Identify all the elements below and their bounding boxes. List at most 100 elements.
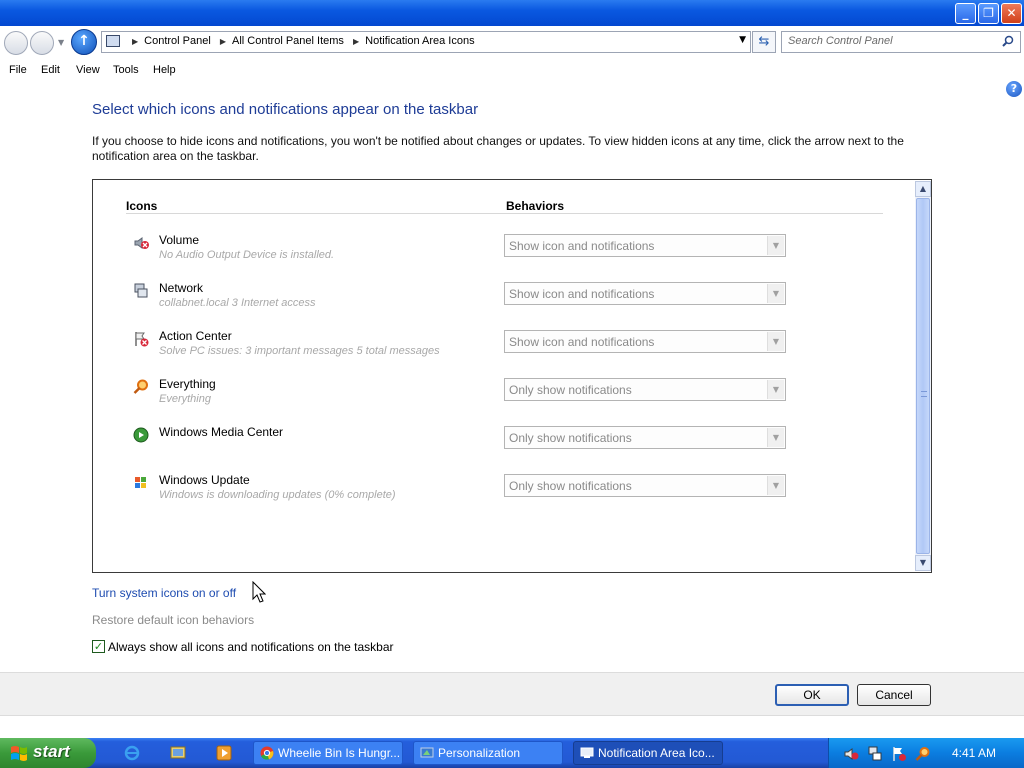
media-player-icon[interactable] xyxy=(216,745,232,761)
forward-button[interactable] xyxy=(30,31,54,55)
system-icons-link[interactable]: Turn system icons on or off xyxy=(92,586,236,600)
breadcrumb-notification-area[interactable]: Notification Area Icons xyxy=(365,35,474,47)
search-box[interactable] xyxy=(781,31,1021,53)
back-button[interactable] xyxy=(4,31,28,55)
column-header-behaviors: Behaviors xyxy=(506,199,565,213)
menu-edit[interactable]: Edit xyxy=(41,64,60,76)
page-title: Select which icons and notifications app… xyxy=(92,101,479,118)
maximize-button[interactable]: ❐ xyxy=(978,3,999,24)
item-status: Everything xyxy=(159,393,211,405)
help-icon[interactable]: ? xyxy=(1006,81,1022,97)
behavior-dropdown[interactable]: Show icon and notifications ▼ xyxy=(504,282,786,305)
search-input[interactable] xyxy=(788,35,993,47)
clock[interactable]: 4:41 AM xyxy=(952,746,996,760)
menu-view[interactable]: View xyxy=(76,64,100,76)
control-panel-icon xyxy=(580,747,594,758)
scroll-grip xyxy=(921,391,927,397)
chevron-down-icon[interactable]: ▼ xyxy=(767,428,784,447)
minimize-button[interactable]: _ xyxy=(955,3,976,24)
scroll-up-icon[interactable]: ▲ xyxy=(915,181,931,197)
list-item: Network collabnet.local 3 Internet acces… xyxy=(126,281,846,321)
taskbar-item-personalization[interactable]: Personalization xyxy=(413,741,563,765)
action-center-icon[interactable] xyxy=(891,746,907,762)
magnifier-icon[interactable] xyxy=(915,746,931,762)
chevron-right-icon[interactable]: ▶ xyxy=(353,37,359,46)
behavior-dropdown[interactable]: Show icon and notifications ▼ xyxy=(504,234,786,257)
internet-explorer-icon[interactable] xyxy=(124,745,140,761)
item-status: collabnet.local 3 Internet access xyxy=(159,297,316,309)
refresh-button[interactable]: ⇆ xyxy=(752,31,776,53)
magnifier-icon xyxy=(133,379,148,394)
behavior-value: Only show notifications xyxy=(509,479,632,493)
item-name: Network xyxy=(159,281,204,295)
behavior-dropdown[interactable]: Only show notifications ▼ xyxy=(504,426,786,449)
chevron-down-icon[interactable]: ▼ xyxy=(767,284,784,303)
breadcrumb-all-items[interactable]: All Control Panel Items xyxy=(232,35,344,47)
behavior-value: Only show notifications xyxy=(509,383,632,397)
header-divider xyxy=(126,213,883,214)
behavior-value: Show icon and notifications xyxy=(509,335,655,349)
media-center-icon xyxy=(133,427,149,443)
start-label: start xyxy=(33,742,70,761)
menu-tools[interactable]: Tools xyxy=(113,64,139,76)
ok-button[interactable]: OK xyxy=(775,684,849,706)
item-name: Everything xyxy=(159,377,216,391)
list-item: Windows Media Center Only show notificat… xyxy=(126,425,846,465)
close-button[interactable]: ✕ xyxy=(1001,3,1022,24)
refresh-icon: ⇆ xyxy=(758,34,770,49)
restore-defaults-link: Restore default icon behaviors xyxy=(92,613,255,627)
taskbar: start Wheelie Bin Is Hungr... Personaliz… xyxy=(0,738,1024,768)
address-dropdown-icon[interactable]: ▼ xyxy=(739,35,746,45)
up-button[interactable]: ↑ xyxy=(71,29,97,55)
chevron-down-icon[interactable]: ▼ xyxy=(767,236,784,255)
chevron-down-icon[interactable]: ▼ xyxy=(767,332,784,351)
chevron-down-icon[interactable]: ▼ xyxy=(767,476,784,495)
list-item: Windows Update Windows is downloading up… xyxy=(126,473,846,513)
always-show-checkbox-label[interactable]: Always show all icons and notifications … xyxy=(108,640,394,654)
behavior-dropdown[interactable]: Only show notifications ▼ xyxy=(504,378,786,401)
volume-muted-icon[interactable] xyxy=(843,746,859,762)
chevron-right-icon[interactable]: ▶ xyxy=(132,37,138,46)
windows-update-icon xyxy=(135,477,146,488)
menu-file[interactable]: File xyxy=(9,64,27,76)
action-center-icon xyxy=(135,332,149,347)
item-name: Windows Update xyxy=(159,473,250,487)
search-icon[interactable] xyxy=(1002,35,1014,47)
scroll-down-icon[interactable]: ▼ xyxy=(915,555,931,571)
menu-bar: File Edit View Tools Help xyxy=(0,60,1024,82)
menu-help[interactable]: Help xyxy=(153,64,176,76)
item-status: Solve PC issues: 3 important messages 5 … xyxy=(159,345,440,357)
cancel-button[interactable]: Cancel xyxy=(857,684,931,706)
navigation-bar: ▼ ↑ ▶ Control Panel ▶ All Control Panel It… xyxy=(0,26,1024,59)
personalization-icon xyxy=(420,747,434,758)
always-show-checkbox[interactable]: ✓ xyxy=(92,640,105,653)
icon-behavior-list: Icons Behaviors Volume No Audio Output D… xyxy=(92,179,932,573)
list-item: Everything Everything Only show notifica… xyxy=(126,377,846,417)
windows-flag-icon xyxy=(11,746,27,761)
item-status: Windows is downloading updates (0% compl… xyxy=(159,489,396,501)
behavior-dropdown[interactable]: Only show notifications ▼ xyxy=(504,474,786,497)
address-bar[interactable]: ▶ Control Panel ▶ All Control Panel Items … xyxy=(101,31,751,53)
scroll-thumb[interactable] xyxy=(916,198,930,554)
mouse-cursor-icon xyxy=(252,581,266,603)
column-header-icons: Icons xyxy=(126,199,158,213)
chevron-down-icon[interactable]: ▼ xyxy=(767,380,784,399)
title-bar: _ ❐ ✕ xyxy=(0,0,1024,26)
behavior-value: Show icon and notifications xyxy=(509,239,655,253)
system-tray: 4:41 AM xyxy=(828,738,1024,768)
chevron-right-icon[interactable]: ▶ xyxy=(220,37,226,46)
taskbar-item-notification-area[interactable]: Notification Area Ico... xyxy=(573,741,723,765)
breadcrumb-control-panel[interactable]: Control Panel xyxy=(144,35,211,47)
breadcrumb: ▶ Control Panel ▶ All Control Panel Items … xyxy=(126,35,475,47)
taskbar-item-chrome[interactable]: Wheelie Bin Is Hungr... xyxy=(253,741,403,765)
computer-icon xyxy=(106,35,120,47)
item-name: Action Center xyxy=(159,329,232,343)
taskbar-item-label: Personalization xyxy=(438,746,521,760)
vertical-scrollbar[interactable]: ▲ ▼ xyxy=(915,181,931,571)
network-icon[interactable] xyxy=(867,746,883,762)
behavior-dropdown[interactable]: Show icon and notifications ▼ xyxy=(504,330,786,353)
volume-muted-icon xyxy=(134,237,149,249)
recent-pages-dropdown-icon[interactable]: ▼ xyxy=(58,38,64,47)
show-desktop-icon[interactable] xyxy=(170,745,186,761)
start-button[interactable]: start xyxy=(0,738,96,768)
